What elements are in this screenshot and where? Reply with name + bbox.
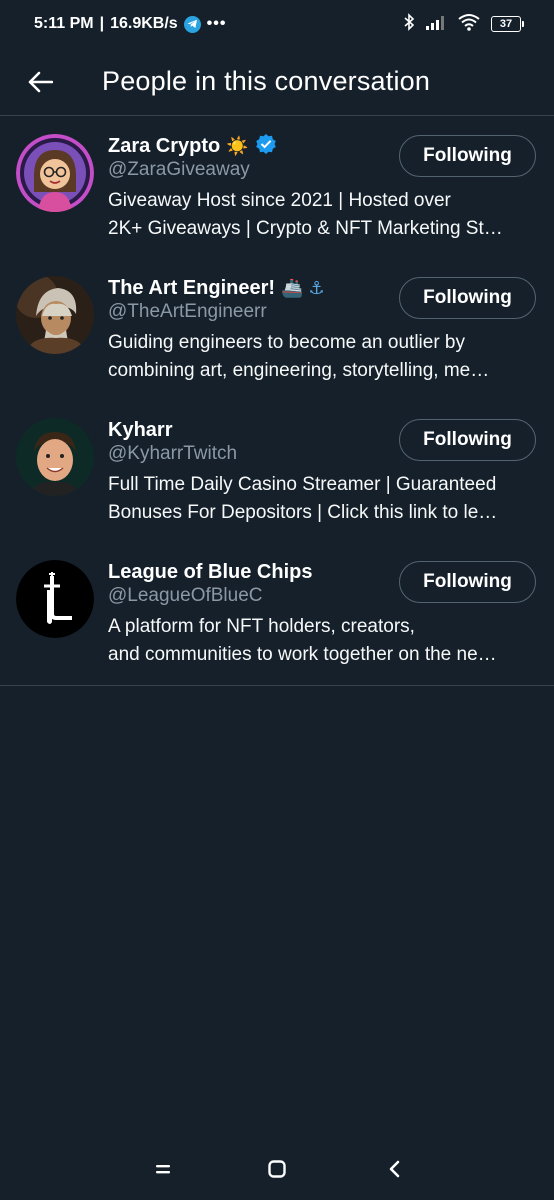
recent-apps-button[interactable] xyxy=(148,1154,178,1184)
home-button[interactable] xyxy=(262,1154,292,1184)
back-nav-button[interactable] xyxy=(380,1154,410,1184)
header: People in this conversation xyxy=(0,48,554,116)
people-list: Zara Crypto ☀️ @ZaraGiveaway Giveaway Ho… xyxy=(0,117,554,686)
verified-badge-icon xyxy=(255,133,277,160)
display-name: Zara Crypto xyxy=(108,134,221,157)
wifi-icon xyxy=(457,13,481,36)
back-button[interactable] xyxy=(18,60,62,104)
name-emoji: 🚢 ⚓ xyxy=(281,277,325,298)
list-item[interactable]: League of Blue Chips @LeagueOfBlueC A pl… xyxy=(0,543,554,685)
user-bio: Giveaway Host since 2021 | Hosted over 2… xyxy=(108,187,536,243)
status-overflow: ••• xyxy=(206,15,227,32)
following-button[interactable]: Following xyxy=(399,277,536,319)
status-net-speed: 16.9KB/s xyxy=(110,15,178,32)
avatar[interactable] xyxy=(16,560,94,638)
menu-icon xyxy=(156,1165,170,1174)
bluetooth-icon xyxy=(403,12,415,36)
status-separator: | xyxy=(99,15,105,32)
status-right: 37 xyxy=(403,12,524,36)
bio-line: Full Time Daily Casino Streamer | Guaran… xyxy=(108,474,497,495)
display-name: The Art Engineer! xyxy=(108,276,276,299)
list-item[interactable]: Zara Crypto ☀️ @ZaraGiveaway Giveaway Ho… xyxy=(0,117,554,259)
bio-line: and communities to work together on the … xyxy=(108,644,497,665)
status-bar: 5:11 PM | 16.9KB/s ••• 37 xyxy=(0,0,554,48)
avatar[interactable] xyxy=(16,418,94,496)
arrow-left-icon xyxy=(28,71,53,92)
home-square-icon xyxy=(268,1160,286,1178)
following-button[interactable]: Following xyxy=(399,135,536,177)
following-button[interactable]: Following xyxy=(399,419,536,461)
list-item[interactable]: The Art Engineer! 🚢 ⚓ @TheArtEngineerr G… xyxy=(0,259,554,401)
status-time: 5:11 PM xyxy=(34,15,94,32)
bio-line: 2K+ Giveaways | Crypto & NFT Marketing S… xyxy=(108,218,503,239)
list-item[interactable]: Kyharr @KyharrTwitch Full Time Daily Cas… xyxy=(0,401,554,543)
avatar[interactable] xyxy=(16,134,94,212)
bio-line: combining art, engineering, storytelling… xyxy=(108,360,490,381)
user-bio: A platform for NFT holders, creators, an… xyxy=(108,613,536,669)
user-bio: Guiding engineers to become an outlier b… xyxy=(108,329,536,385)
display-name: League of Blue Chips xyxy=(108,560,313,583)
battery-icon: 37 xyxy=(491,16,524,32)
name-emoji: ☀️ xyxy=(226,135,249,156)
system-nav-bar xyxy=(0,1134,554,1200)
bio-line: A platform for NFT holders, creators, xyxy=(108,616,415,637)
avatar[interactable] xyxy=(16,276,94,354)
telegram-icon xyxy=(183,15,201,33)
display-name: Kyharr xyxy=(108,418,173,441)
back-chevron-icon xyxy=(389,1160,400,1178)
bio-line: Bonuses For Depositors | Click this link… xyxy=(108,502,498,523)
battery-level: 37 xyxy=(491,16,521,32)
bio-line: Guiding engineers to become an outlier b… xyxy=(108,332,466,353)
status-left: 5:11 PM | 16.9KB/s ••• xyxy=(34,15,226,33)
page-title: People in this conversation xyxy=(102,66,431,96)
signal-icon xyxy=(425,14,447,35)
bio-line: Giveaway Host since 2021 | Hosted over xyxy=(108,190,451,211)
user-bio: Full Time Daily Casino Streamer | Guaran… xyxy=(108,471,536,527)
following-button[interactable]: Following xyxy=(399,561,536,603)
